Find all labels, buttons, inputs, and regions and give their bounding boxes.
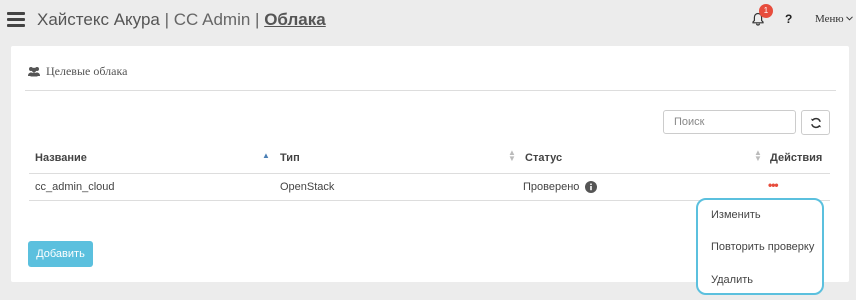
panel-title-text: Целевые облака (46, 64, 128, 78)
cell-type: OpenStack (280, 181, 335, 193)
divider (25, 90, 836, 91)
cell-status: Проверено (523, 181, 598, 193)
search-input[interactable] (663, 110, 796, 134)
actions-dropdown: Изменить Повторить проверку Удалить (696, 198, 824, 295)
sort-icon[interactable]: ▲ ▼ (754, 149, 762, 163)
menu-item-recheck[interactable]: Повторить проверку (711, 241, 814, 253)
refresh-icon (810, 117, 822, 129)
status-text: Проверено (523, 181, 580, 193)
column-header-status[interactable]: Статус (525, 152, 562, 164)
users-icon (28, 67, 40, 77)
help-button[interactable]: ? (785, 12, 792, 26)
breadcrumb-current-page[interactable]: Облака (264, 10, 326, 29)
info-icon[interactable] (585, 181, 598, 193)
sort-icon[interactable]: ▲ ▼ (508, 149, 516, 163)
panel-title: Целевые облака (27, 64, 127, 79)
user-menu-label: Меню (815, 13, 844, 25)
table-header-divider (29, 173, 830, 174)
breadcrumb: Хайстекс Акура | CC Admin | Облака (37, 10, 326, 30)
sort-asc-icon[interactable]: ▲ (262, 151, 270, 160)
refresh-button[interactable] (801, 110, 830, 135)
row-actions-button[interactable]: ••• (768, 179, 779, 191)
notification-badge: 1 (759, 4, 773, 18)
menu-item-edit[interactable]: Изменить (711, 209, 761, 221)
column-header-name[interactable]: Название (35, 152, 87, 164)
column-header-type[interactable]: Тип (280, 152, 300, 164)
breadcrumb-section: CC Admin (173, 10, 251, 29)
user-menu[interactable]: Меню (815, 13, 854, 25)
breadcrumb-separator: | (164, 10, 170, 29)
cell-name: cc_admin_cloud (35, 181, 115, 193)
column-header-actions: Действия (770, 152, 823, 164)
add-button[interactable]: Добавить (28, 241, 93, 267)
breadcrumb-separator: | (255, 10, 260, 29)
hamburger-icon[interactable] (7, 12, 25, 27)
app-name: Хайстекс Акура (37, 10, 160, 29)
menu-item-delete[interactable]: Удалить (711, 274, 753, 286)
chevron-down-icon (846, 16, 854, 21)
top-bar: Хайстекс Акура | CC Admin | Облака 1 ? М… (0, 0, 856, 42)
